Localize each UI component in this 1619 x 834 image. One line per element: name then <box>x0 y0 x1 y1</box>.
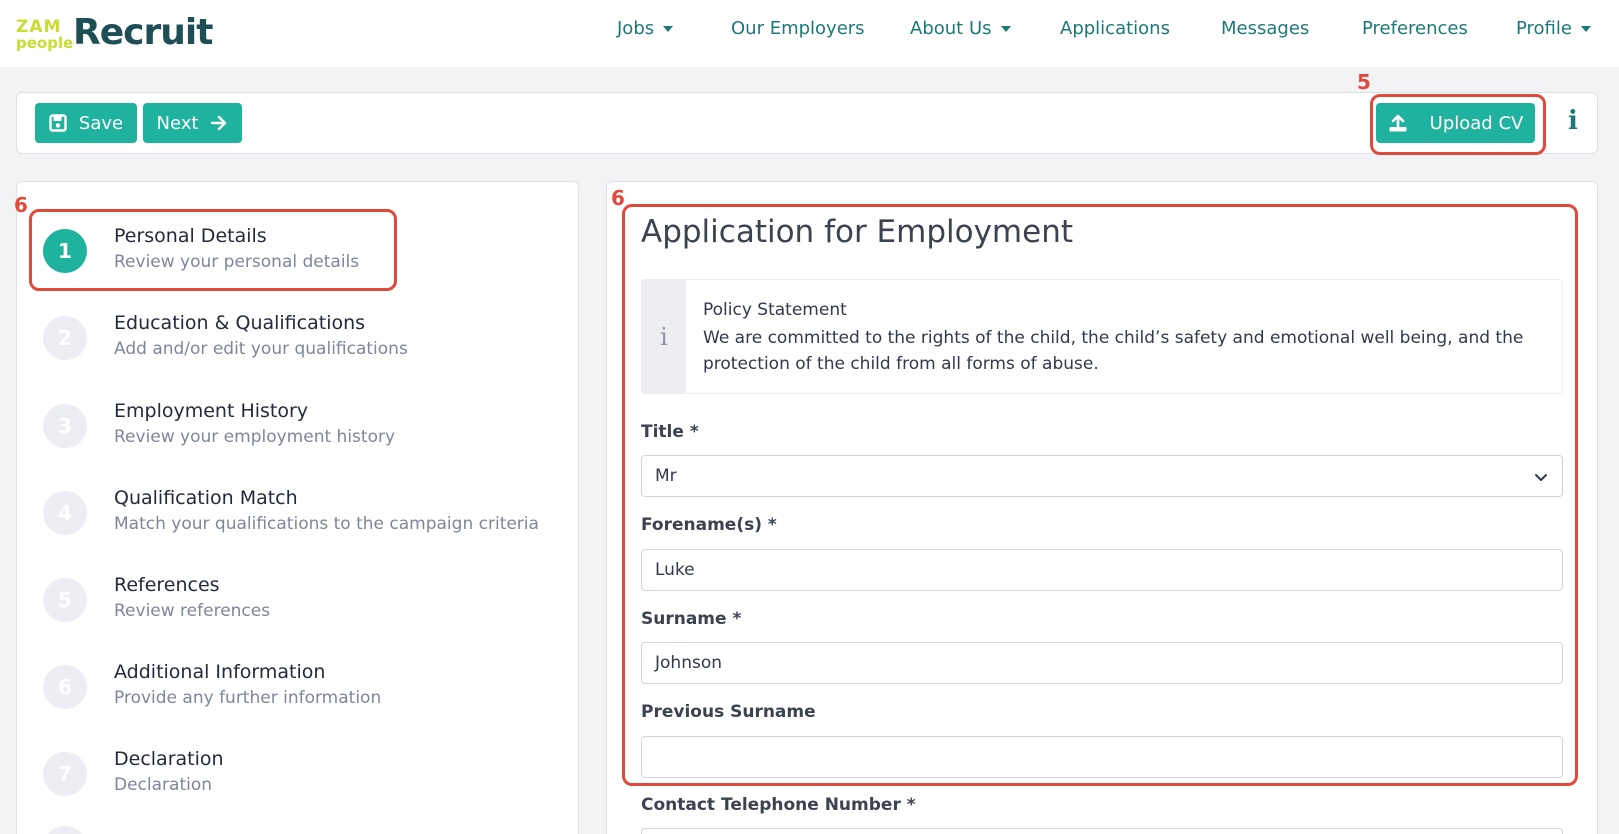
step-number: 5 <box>43 578 87 622</box>
step-description: Review your employment history <box>114 427 396 447</box>
step-title: Employment History <box>114 400 309 422</box>
nav-item-messages[interactable]: Messages <box>1221 18 1309 39</box>
nav-item-profile[interactable]: Profile <box>1516 18 1591 39</box>
telephone-label: Contact Telephone Number * <box>641 795 916 815</box>
step-employment-history[interactable]: 3 Employment History Review your employm… <box>43 400 563 460</box>
save-label: Save <box>78 112 124 134</box>
nav-item-jobs[interactable]: Jobs <box>617 18 674 39</box>
nav-label: Our Employers <box>731 18 865 39</box>
step-additional-information[interactable]: 6 Additional Information Provide any fur… <box>43 661 563 721</box>
info-icon[interactable]: i <box>1568 106 1578 136</box>
annotation-box-active-step <box>29 209 397 291</box>
caret-down-icon <box>663 25 674 32</box>
nav-item-preferences[interactable]: Preferences <box>1362 18 1468 39</box>
logo-bottom-text: people <box>16 33 74 52</box>
floppy-disk-icon <box>49 114 67 132</box>
step-description: Declaration <box>114 775 213 795</box>
step-description: Provide any further information <box>114 688 382 708</box>
step-number: 7 <box>43 752 87 796</box>
annotation-box-form <box>622 204 1578 786</box>
caret-down-icon <box>1000 25 1011 32</box>
step-declaration[interactable]: 7 Declaration Declaration <box>43 748 563 808</box>
step-number: 4 <box>43 491 87 535</box>
logo-mark: ZAM people <box>16 15 74 52</box>
save-button[interactable]: Save <box>35 103 137 143</box>
step-number: 2 <box>43 316 87 360</box>
step-description: Match your qualifications to the campaig… <box>114 514 539 534</box>
next-label: Next <box>156 112 199 134</box>
logo-wordmark: Recruit <box>73 12 213 53</box>
step-education-qualifications[interactable]: 2 Education & Qualifications Add and/or … <box>43 312 563 372</box>
top-navbar: ZAM people Recruit Jobs Our Employers Ab… <box>0 0 1619 67</box>
annotation-number: 6 <box>611 186 625 210</box>
step-title: Additional Information <box>114 661 326 683</box>
telephone-input[interactable] <box>641 828 1563 834</box>
action-toolbar <box>16 92 1598 154</box>
annotation-number: 5 <box>1357 70 1371 94</box>
nav-label: Applications <box>1060 18 1170 39</box>
annotation-box-upload <box>1370 94 1546 155</box>
step-title: Qualification Match <box>114 487 298 509</box>
step-qualification-match[interactable]: 4 Qualification Match Match your qualifi… <box>43 487 563 547</box>
step-description: Review references <box>114 601 271 621</box>
annotation-number: 6 <box>14 193 28 217</box>
step-description: Add and/or edit your qualifications <box>114 339 408 359</box>
step-title: Education & Qualifications <box>114 312 366 334</box>
nav-label: Jobs <box>617 18 655 39</box>
step-references[interactable]: 5 References Review references <box>43 574 563 634</box>
nav-label: Messages <box>1221 18 1310 39</box>
arrow-right-icon <box>211 115 227 131</box>
nav-item-our-employers[interactable]: Our Employers <box>731 18 865 39</box>
step-number: 6 <box>43 665 87 709</box>
nav-label: Preferences <box>1362 18 1468 39</box>
next-button[interactable]: Next <box>143 103 242 143</box>
nav-label: About Us <box>910 18 992 39</box>
nav-item-applications[interactable]: Applications <box>1060 18 1170 39</box>
step-number: 3 <box>43 404 87 448</box>
step-title: References <box>114 574 220 596</box>
nav-label: Profile <box>1516 18 1572 39</box>
caret-down-icon <box>1580 25 1591 32</box>
nav-item-about-us[interactable]: About Us <box>910 18 1011 39</box>
step-title: Declaration <box>114 748 224 770</box>
logo[interactable]: ZAM people Recruit <box>16 12 213 53</box>
